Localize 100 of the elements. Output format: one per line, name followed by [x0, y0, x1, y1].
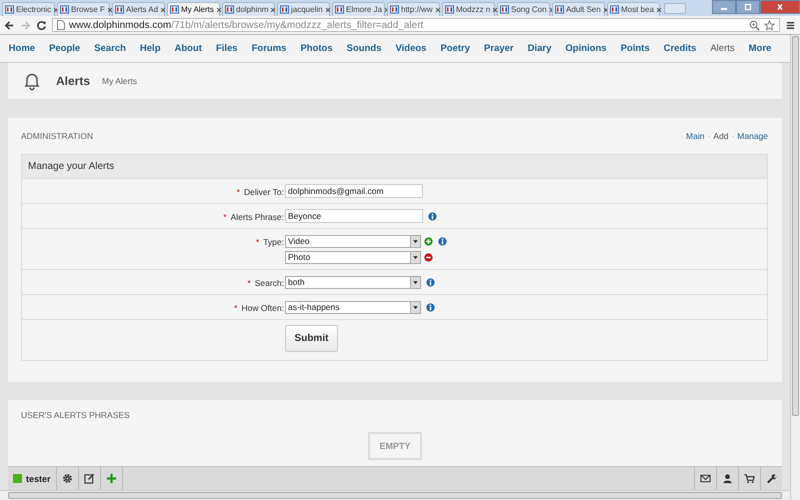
nav-link[interactable]: Videos: [395, 43, 426, 54]
nav-link[interactable]: More: [748, 43, 772, 54]
page-title: Alerts: [56, 74, 90, 88]
close-icon[interactable]: [270, 6, 276, 12]
add-icon[interactable]: [106, 473, 117, 484]
page-icon: [280, 5, 289, 14]
dropdown[interactable]: Photo: [285, 250, 421, 264]
mail-icon[interactable]: [700, 473, 711, 484]
star-icon[interactable]: [764, 20, 775, 30]
close-icon[interactable]: [492, 6, 498, 12]
dropdown[interactable]: as-it-happens: [285, 300, 421, 314]
close-button[interactable]: [760, 0, 800, 14]
page-icon: [170, 5, 179, 14]
browser-tab[interactable]: Alerts Ad: [112, 2, 165, 16]
minimize-button[interactable]: [712, 0, 736, 14]
browser-tab[interactable]: http://ww: [387, 2, 440, 16]
remove-icon[interactable]: [424, 252, 433, 262]
browser-tab[interactable]: Elmore Ja: [332, 2, 385, 16]
info-icon[interactable]: [438, 236, 447, 246]
url-text: www.dolphinmods.com/71b/m/alerts/browse/my&modzzz_alerts_filter=add_alert: [69, 20, 424, 30]
nav-link[interactable]: Forums: [252, 43, 286, 54]
section-heading: ADMINISTRATION: [21, 131, 94, 141]
horizontal-scrollbar[interactable]: [0, 490, 790, 500]
required-mark: *: [223, 212, 227, 222]
field-label: Search:: [254, 278, 284, 288]
section-heading: USER'S ALERTS PHRASES: [21, 410, 131, 420]
zoom-icon[interactable]: [749, 20, 760, 30]
bell-icon: [22, 71, 42, 91]
menu-icon[interactable]: [785, 20, 796, 30]
nav-link[interactable]: Prayer: [484, 43, 514, 54]
close-icon: [775, 3, 785, 11]
nav-link[interactable]: Alerts: [710, 43, 735, 54]
page-icon: [390, 5, 399, 14]
close-icon[interactable]: [106, 6, 113, 12]
separator-dot: ·: [731, 131, 734, 141]
nav-link[interactable]: Poetry: [440, 43, 470, 54]
browser-tab[interactable]: Most bea: [607, 2, 660, 16]
nav-link[interactable]: Opinions: [565, 43, 607, 54]
nav-link[interactable]: Points: [620, 43, 650, 54]
maximize-button[interactable]: [736, 0, 760, 14]
admin-link[interactable]: Add: [713, 131, 728, 141]
admin-link[interactable]: Main: [686, 131, 704, 141]
page-icon: [60, 5, 69, 14]
info-icon[interactable]: [426, 278, 435, 286]
nav-link[interactable]: Files: [216, 43, 238, 54]
back-arrow-icon[interactable]: [4, 20, 15, 30]
page-icon: [57, 20, 65, 30]
admin-link[interactable]: Manage: [737, 131, 768, 141]
form-title: Manage your Alerts: [22, 155, 767, 179]
close-icon[interactable]: [324, 6, 331, 12]
nav-link[interactable]: Search: [94, 43, 126, 54]
browser-tab[interactable]: Browse F: [57, 2, 110, 16]
required-mark: *: [234, 303, 238, 313]
browser-tab[interactable]: dolphinm: [222, 2, 275, 16]
browser-tab[interactable]: Song Con: [497, 2, 550, 16]
page-icon: [335, 5, 344, 14]
user-icon[interactable]: [722, 473, 733, 484]
browser-tab[interactable]: jacquelin: [277, 2, 330, 16]
page-icon: [115, 5, 124, 14]
browser-tab[interactable]: Modzzz n: [442, 2, 495, 16]
nav-link[interactable]: Credits: [664, 43, 696, 54]
close-icon[interactable]: [602, 6, 609, 12]
address-bar[interactable]: www.dolphinmods.com/71b/m/alerts/browse/my&modzzz_alerts_filter=add_alert: [52, 18, 780, 32]
field-label: Alerts Phrase:: [230, 212, 284, 222]
required-mark: *: [256, 237, 260, 247]
close-icon[interactable]: [434, 6, 441, 12]
nav-link[interactable]: Diary: [528, 43, 552, 54]
vertical-scrollbar[interactable]: [790, 35, 800, 500]
field-label: Deliver To:: [244, 187, 284, 197]
close-icon[interactable]: [216, 6, 222, 12]
info-icon[interactable]: [428, 212, 437, 220]
maximize-icon: [743, 3, 753, 11]
close-icon[interactable]: [160, 6, 166, 12]
edit-icon[interactable]: [84, 473, 95, 484]
page-icon: [610, 5, 619, 14]
nav-link[interactable]: Home: [8, 43, 36, 54]
nav-link[interactable]: Sounds: [346, 43, 382, 54]
empty-label: EMPTY: [368, 432, 422, 460]
input-field[interactable]: Beyonce: [285, 209, 423, 223]
dropdown[interactable]: Video: [285, 234, 421, 248]
submit-button[interactable]: Submit: [285, 325, 338, 352]
close-icon[interactable]: [656, 6, 662, 12]
info-icon[interactable]: [426, 302, 435, 312]
browser-tab[interactable]: Adult Sen: [552, 2, 605, 16]
nav-link[interactable]: People: [49, 43, 80, 54]
nav-link[interactable]: Help: [140, 43, 160, 54]
wrench-icon[interactable]: [766, 473, 777, 484]
nav-link[interactable]: About: [174, 43, 202, 54]
browser-tab[interactable]: Electronic: [2, 2, 55, 16]
reload-icon[interactable]: [36, 20, 47, 30]
input-field[interactable]: dolphinmods@gmail.com: [285, 184, 423, 198]
cart-icon[interactable]: [744, 473, 755, 484]
settings-icon[interactable]: [62, 473, 73, 484]
page-icon: [555, 5, 564, 14]
breadcrumb: My Alerts: [102, 76, 137, 86]
dropdown[interactable]: both: [285, 276, 421, 288]
page-icon: [445, 5, 454, 14]
browser-tab[interactable]: My Alerts: [167, 2, 220, 16]
nav-link[interactable]: Photos: [300, 43, 333, 54]
required-mark: *: [236, 187, 240, 197]
